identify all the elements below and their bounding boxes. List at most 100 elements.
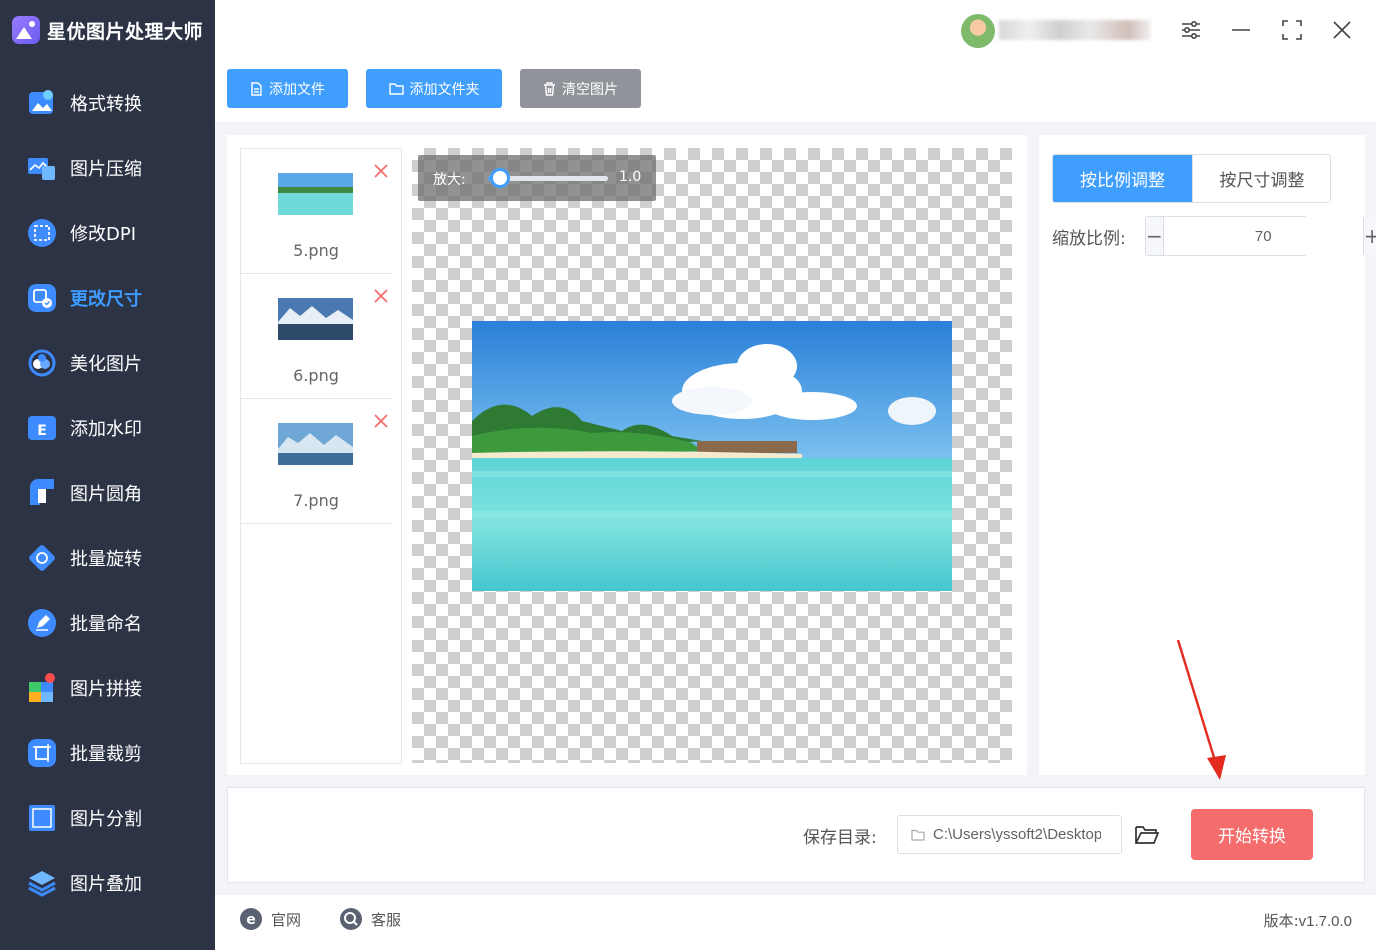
sidebar-item-split[interactable]: 图片分割 <box>0 785 215 850</box>
scale-input[interactable] <box>1163 217 1363 255</box>
sidebar-item-resize[interactable]: 更改尺寸 <box>0 265 215 330</box>
close-button[interactable] <box>1326 14 1358 46</box>
save-path-field[interactable]: C:\Users\yssoft2\Desktop <box>897 815 1122 854</box>
zoom-control: 放大: 1.0 <box>418 155 656 201</box>
remove-file-icon[interactable] <box>373 288 389 304</box>
zoom-label: 放大: <box>433 172 466 188</box>
website-link[interactable]: e 官网 <box>239 907 301 931</box>
title-bar <box>215 0 1376 60</box>
rotate-icon <box>29 544 55 571</box>
file-name: 7.png <box>293 491 339 510</box>
sidebar-nav: 格式转换图片压缩修改DPI 更改尺寸美化图片 E 添加水印图片圆角批量旋转批量命名图片… <box>0 70 215 915</box>
image-convert-icon <box>29 89 53 114</box>
rename-icon <box>28 608 56 637</box>
add-file-button[interactable]: 添加文件 <box>227 69 348 108</box>
version-number: v1.7.0.0 <box>1298 913 1352 930</box>
tab-resize-by-size[interactable]: 按尺寸调整 <box>1192 155 1330 202</box>
sidebar-item-label: 格式转换 <box>70 93 142 115</box>
sidebar-item-label: 批量旋转 <box>70 548 142 570</box>
sidebar-item-label: 批量命名 <box>70 613 142 635</box>
sidebar-item-beautify[interactable]: 美化图片 <box>0 330 215 395</box>
version-label: 版本: <box>1263 912 1299 930</box>
add-folder-label: 添加文件夹 <box>409 81 480 98</box>
minus-icon: − <box>1146 224 1163 248</box>
file-list-item[interactable]: 6.png <box>241 274 393 399</box>
file-icon <box>250 81 263 96</box>
file-name: 6.png <box>293 366 339 385</box>
sidebar-item-image-convert[interactable]: 格式转换 <box>0 70 215 135</box>
settings-button[interactable] <box>1175 14 1207 46</box>
svg-text:e: e <box>246 912 256 928</box>
website-label: 官网 <box>271 910 302 929</box>
sidebar-item-label: 图片压缩 <box>70 158 142 180</box>
resize-mode-tabs: 按比例调整 按尺寸调整 <box>1052 154 1331 203</box>
sidebar-item-label: 图片分割 <box>70 808 142 830</box>
start-convert-button[interactable]: 开始转换 <box>1191 809 1313 860</box>
toolbar: 添加文件 添加文件夹 清空图片 <box>215 60 1376 123</box>
sidebar-item-label: 图片拼接 <box>70 678 142 700</box>
minimize-button[interactable] <box>1225 14 1257 46</box>
clear-images-label: 清空图片 <box>562 81 618 98</box>
file-list[interactable]: 5.png 6.png 7.png <box>240 148 402 764</box>
trash-icon <box>543 81 556 96</box>
file-thumbnail <box>278 298 353 340</box>
file-thumbnail <box>278 173 353 215</box>
support-link[interactable]: 客服 <box>339 907 401 931</box>
user-avatar[interactable] <box>961 14 995 48</box>
sidebar-item-watermark[interactable]: E 添加水印 <box>0 395 215 460</box>
maximize-button[interactable] <box>1276 14 1308 46</box>
tab-resize-by-ratio[interactable]: 按比例调整 <box>1053 155 1192 202</box>
clear-images-button[interactable]: 清空图片 <box>520 69 641 108</box>
remove-file-icon[interactable] <box>373 413 389 429</box>
minimize-icon <box>1232 29 1250 31</box>
file-list-item[interactable]: 7.png <box>241 399 393 524</box>
zoom-value: 1.0 <box>619 169 642 185</box>
preview-image <box>472 321 952 591</box>
sidebar: 星优图片处理大师 格式转换图片压缩修改DPI 更改尺寸美化图片 E 添加水印图片圆角批… <box>0 0 215 950</box>
sidebar-item-crop[interactable]: 批量裁剪 <box>0 720 215 785</box>
close-icon <box>1333 21 1351 39</box>
browser-icon: e <box>240 908 262 930</box>
sidebar-item-label: 修改DPI <box>70 223 137 245</box>
sidebar-item-label: 批量裁剪 <box>70 743 142 765</box>
increment-button[interactable]: + <box>1362 217 1376 255</box>
app-logo-icon <box>12 16 40 44</box>
svg-text:E: E <box>37 423 47 439</box>
app-title: 星优图片处理大师 <box>12 14 203 46</box>
layers-icon <box>28 870 56 897</box>
sidebar-item-label: 图片圆角 <box>70 483 142 505</box>
sidebar-item-label: 更改尺寸 <box>70 288 142 310</box>
watermark-icon: E <box>28 415 56 440</box>
zoom-slider-thumb[interactable] <box>490 168 510 188</box>
remove-file-icon[interactable] <box>373 163 389 179</box>
sidebar-item-rounded-corner[interactable]: 图片圆角 <box>0 460 215 525</box>
split-icon <box>29 804 55 831</box>
sidebar-item-dpi[interactable]: 修改DPI <box>0 200 215 265</box>
crop-icon <box>28 738 56 767</box>
scale-label: 缩放比例: <box>1052 229 1126 249</box>
browse-folder-icon[interactable] <box>1133 821 1161 849</box>
rounded-corner-icon <box>30 478 54 505</box>
app-title-text: 星优图片处理大师 <box>47 20 204 43</box>
file-thumbnail <box>278 423 353 465</box>
sidebar-item-layers[interactable]: 图片叠加 <box>0 850 215 915</box>
version-info: 版本:v1.7.0.0 <box>1264 910 1352 931</box>
red-arrow-annotation <box>1176 639 1226 780</box>
decrement-button[interactable]: − <box>1146 217 1164 255</box>
sidebar-item-rotate[interactable]: 批量旋转 <box>0 525 215 590</box>
beautify-icon <box>28 349 56 376</box>
chat-support-icon <box>340 908 362 930</box>
file-list-item[interactable]: 5.png <box>241 149 393 274</box>
sidebar-item-label: 图片叠加 <box>70 873 142 895</box>
sidebar-item-rename[interactable]: 批量命名 <box>0 590 215 655</box>
sidebar-item-puzzle[interactable]: 图片拼接 <box>0 655 215 720</box>
maximize-icon <box>1282 20 1302 40</box>
sidebar-item-label: 添加水印 <box>70 418 142 440</box>
dpi-icon <box>28 218 56 247</box>
add-file-label: 添加文件 <box>269 81 325 98</box>
file-name: 5.png <box>293 241 339 260</box>
scale-stepper: − + <box>1145 216 1376 256</box>
sidebar-item-image-compress[interactable]: 图片压缩 <box>0 135 215 200</box>
sliders-icon <box>1182 20 1200 40</box>
add-folder-button[interactable]: 添加文件夹 <box>366 69 502 108</box>
